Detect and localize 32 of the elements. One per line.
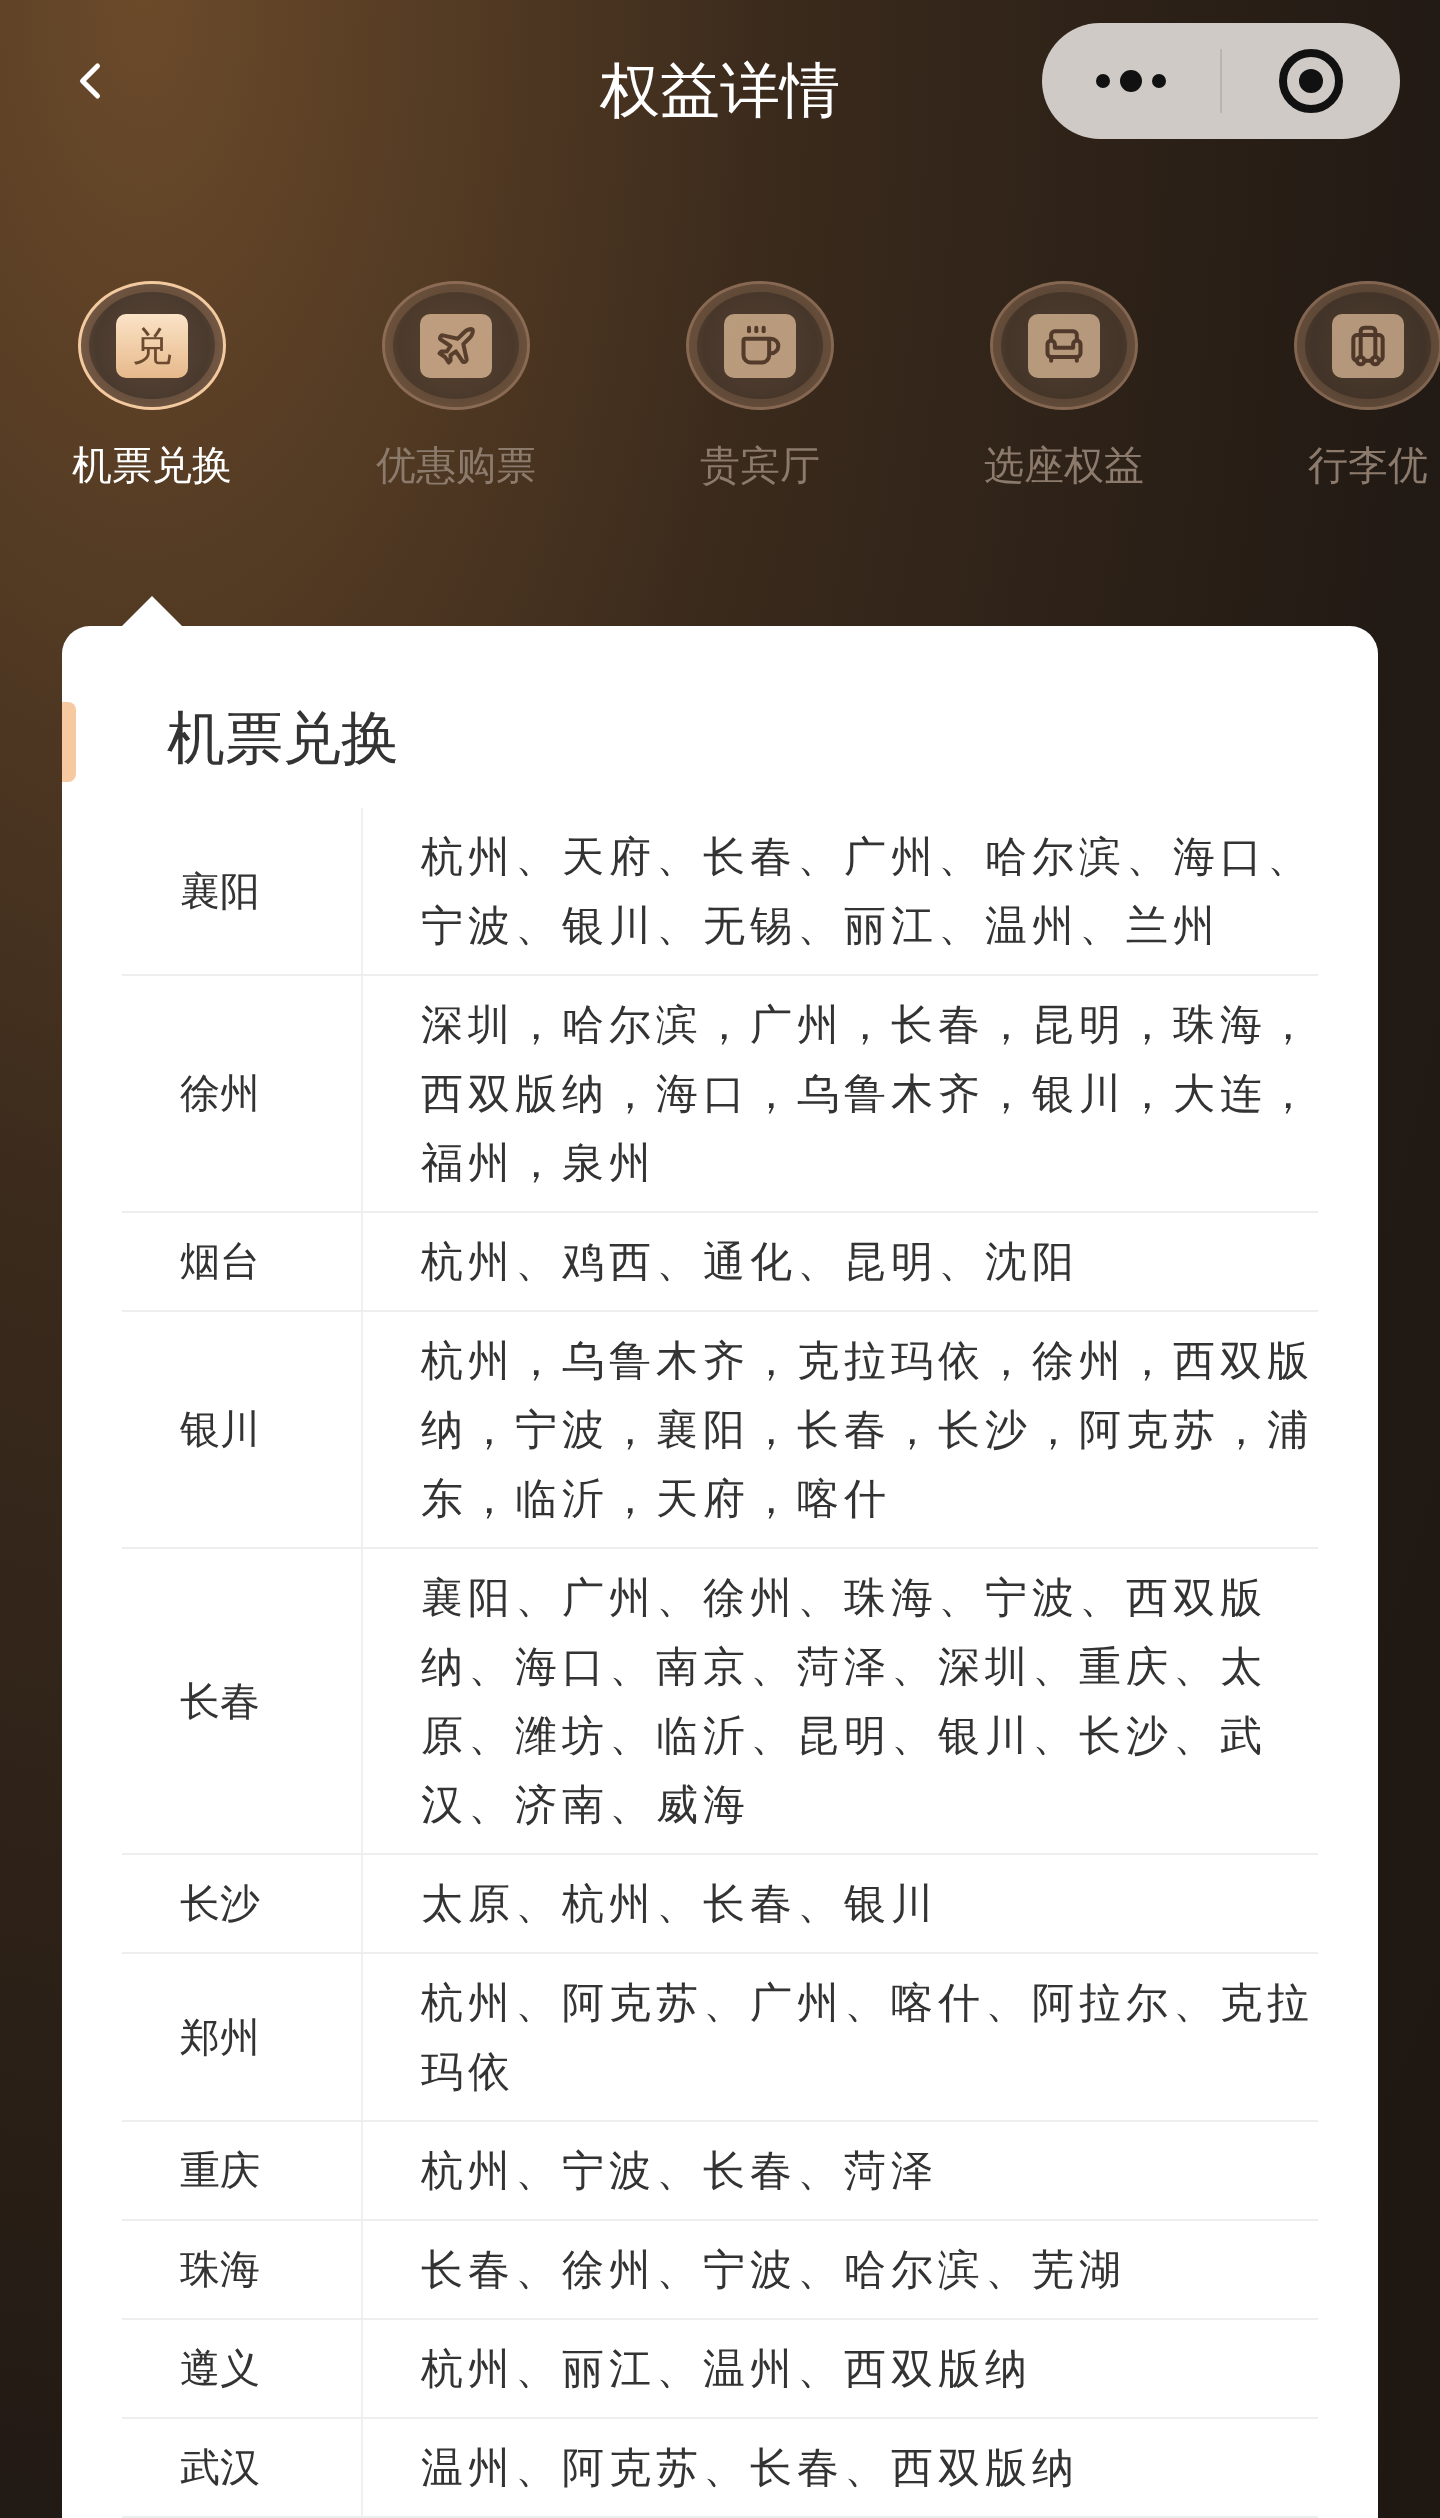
city-cell: 长春 bbox=[122, 1549, 363, 1853]
benefit-tab[interactable]: 选座权益 bbox=[912, 281, 1216, 490]
destinations-cell-text: 温州、阿克苏、长春、西双版纳 bbox=[420, 2442, 1080, 2494]
city-cell: 徐州 bbox=[122, 976, 363, 1211]
city-cell: 长沙 bbox=[122, 1855, 363, 1952]
benefit-tab[interactable]: 优惠购票 bbox=[304, 281, 608, 490]
destinations-cell-text: 杭州、丽江、温州、西双版纳 bbox=[420, 2343, 1033, 2395]
city-cell: 银川 bbox=[122, 1312, 363, 1547]
destinations-cell-text: 长春、徐州、宁波、哈尔滨、芜湖 bbox=[420, 2244, 1127, 2296]
city-cell: 重庆 bbox=[122, 2122, 363, 2219]
coffee-cup-icon bbox=[738, 323, 782, 368]
destinations-cell-text: 杭州，乌鲁木齐，克拉玛依，徐州，西双版纳，宁波，襄阳，长春，长沙，阿克苏，浦东，临沂，天府，喀什 bbox=[420, 1335, 1315, 1525]
destinations-cell-text: 深圳，哈尔滨，广州，长春，昆明，珠海，西双版纳，海口，乌鲁木齐，银川，大连，福州，泉州 bbox=[420, 999, 1315, 1189]
city-cell: 武汉 bbox=[122, 2419, 363, 2516]
city-cell: 烟台 bbox=[122, 1213, 363, 1310]
destinations-cell-text: 杭州、天府、长春、广州、哈尔滨、海口、宁波、银川、无锡、丽江、温州、兰州 bbox=[420, 831, 1315, 952]
destinations-cell-text: 杭州、鸡西、通化、昆明、沈阳 bbox=[420, 1236, 1080, 1288]
city-cell: 襄阳 bbox=[122, 808, 363, 974]
target-icon bbox=[1277, 46, 1345, 115]
destinations-cell-text: 襄阳、广州、徐州、珠海、宁波、西双版纳、海口、南京、菏泽、深圳、重庆、太原、潍坊、临沂、昆明、银川、长沙、武汉、济南、威海 bbox=[420, 1572, 1268, 1831]
city-cell: 郑州 bbox=[122, 1954, 363, 2120]
city-cell: 遵义 bbox=[122, 2320, 363, 2417]
destinations-cell-text: 杭州、阿克苏、广州、喀什、阿拉尔、克拉玛依 bbox=[420, 1977, 1315, 2098]
benefit-tab[interactable]: 行李优 bbox=[1216, 281, 1440, 490]
section-title: 机票兑换 bbox=[166, 703, 400, 774]
exchange-badge: 兑 bbox=[116, 313, 188, 378]
destinations-cell-text: 杭州、宁波、长春、菏泽 bbox=[420, 2145, 939, 2197]
page-title: 权益详情 bbox=[599, 54, 841, 127]
city-cell: 珠海 bbox=[122, 2221, 363, 2318]
destinations-cell-text: 太原、杭州、长春、银川 bbox=[420, 1878, 939, 1930]
benefit-tab[interactable]: 兑 机票兑换 bbox=[0, 281, 304, 490]
benefit-tab[interactable]: 贵宾厅 bbox=[608, 281, 912, 490]
